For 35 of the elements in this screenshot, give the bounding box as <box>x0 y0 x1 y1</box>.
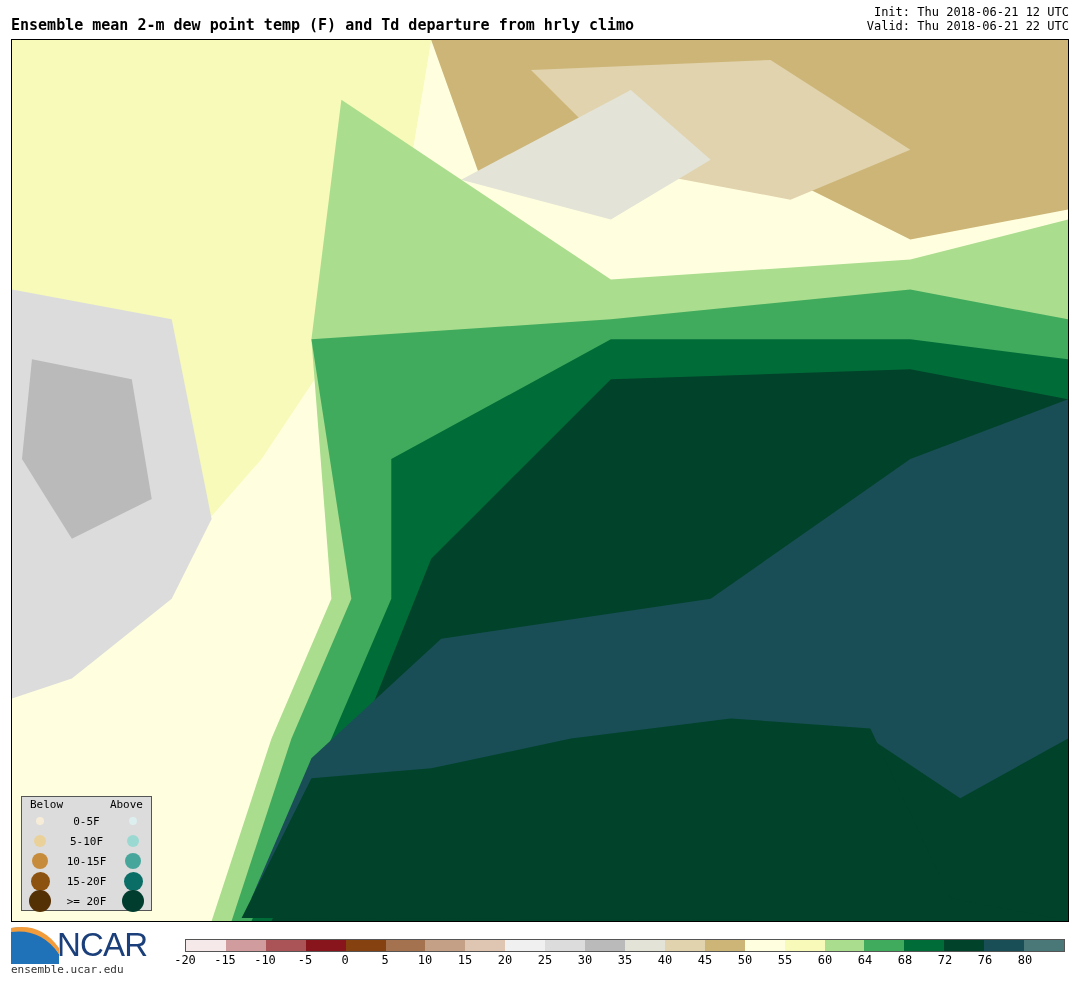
tick-label: 68 <box>897 953 913 967</box>
tick-label: 40 <box>657 953 673 967</box>
tick-label: 30 <box>577 953 593 967</box>
tick-label: 55 <box>777 953 793 967</box>
legend-label: 5-10F <box>69 835 104 847</box>
legend-label: 15-20F <box>66 875 107 887</box>
swoosh-icon <box>11 924 59 964</box>
tick-label: 76 <box>977 953 993 967</box>
tick-label: 80 <box>1017 953 1033 967</box>
tick-label: 72 <box>937 953 953 967</box>
tick-label: 10 <box>417 953 433 967</box>
site-url: ensemble.ucar.edu <box>11 964 125 976</box>
valid-time: Valid: Thu 2018-06-21 22 UTC <box>866 19 1069 33</box>
legend-label: 0-5F <box>73 815 100 827</box>
tick-label: 45 <box>697 953 713 967</box>
tick-label: -15 <box>214 953 236 967</box>
tick-label: 15 <box>457 953 473 967</box>
tick-label: 25 <box>537 953 553 967</box>
tick-label: 64 <box>857 953 873 967</box>
legend-heading: Above <box>109 799 143 811</box>
tick-label: 50 <box>737 953 753 967</box>
chart-title: Ensemble mean 2-m dew point temp (F) and Td departure from hrly climo <box>11 18 635 33</box>
tick-label: 20 <box>497 953 513 967</box>
init-time: Init: Thu 2018-06-21 12 UTC <box>873 5 1069 19</box>
tick-label: -20 <box>174 953 196 967</box>
tick-label: 35 <box>617 953 633 967</box>
legend-label: 10-15F <box>66 855 107 867</box>
tick-label: 5 <box>381 953 389 967</box>
logo-text: NCAR <box>57 927 148 961</box>
tick-label: -5 <box>297 953 313 967</box>
legend-heading: Below <box>30 799 64 811</box>
legend-label: >= 20F <box>66 895 107 907</box>
tick-label: 60 <box>817 953 833 967</box>
tick-label: -10 <box>254 953 276 967</box>
tick-label: 0 <box>341 953 349 967</box>
